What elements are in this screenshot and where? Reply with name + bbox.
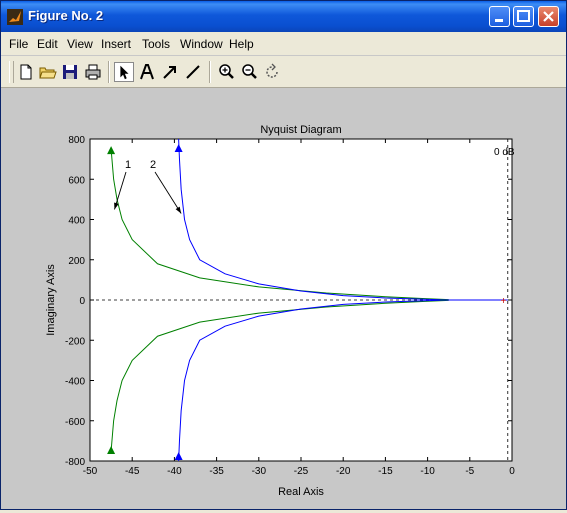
menu-tools[interactable]: Tools	[142, 37, 170, 51]
x-tick-label: -40	[167, 466, 182, 477]
title-bar[interactable]: Figure No. 2	[1, 1, 566, 32]
x-tick-label: 0	[509, 466, 515, 477]
rotate-icon[interactable]	[262, 62, 282, 82]
x-tick-label: -20	[336, 466, 351, 477]
y-tick-label: -200	[65, 336, 85, 347]
y-tick-label: -800	[65, 457, 85, 468]
annotation-label-2: 2	[150, 159, 156, 171]
critical-point-marker: +	[501, 296, 507, 307]
insert-line-icon[interactable]	[183, 62, 203, 82]
open-folder-icon[interactable]	[38, 62, 58, 82]
y-tick-label: 600	[68, 175, 85, 186]
close-icon	[543, 11, 554, 22]
zoom-in-icon[interactable]	[216, 62, 236, 82]
y-tick-label: 200	[68, 256, 85, 267]
zero-db-label: 0 dB	[494, 147, 515, 158]
x-tick-label: -15	[378, 466, 393, 477]
new-file-icon[interactable]	[16, 62, 36, 82]
menu-edit[interactable]: Edit	[37, 37, 58, 51]
maximize-icon	[517, 10, 530, 22]
insert-arrow-icon[interactable]	[160, 62, 180, 82]
menu-view[interactable]: View	[67, 37, 93, 51]
zoom-out-icon[interactable]	[239, 62, 259, 82]
nyquist-chart[interactable]: Nyquist Diagram Real Axis Imaginary Axis…	[1, 88, 566, 509]
save-icon[interactable]	[60, 62, 80, 82]
x-tick-label: -5	[465, 466, 474, 477]
x-tick-label: -45	[125, 466, 140, 477]
print-icon[interactable]	[83, 62, 103, 82]
x-tick-label: -50	[83, 466, 98, 477]
figure-canvas: Nyquist Diagram Real Axis Imaginary Axis…	[1, 88, 566, 509]
minimize-button[interactable]	[489, 6, 510, 27]
toolbar	[1, 56, 566, 88]
x-tick-label: -10	[420, 466, 435, 477]
x-tick-label: -35	[209, 466, 224, 477]
menu-file[interactable]: File	[9, 37, 28, 51]
menu-insert[interactable]: Insert	[101, 37, 131, 51]
y-tick-label: 400	[68, 216, 85, 227]
minimize-icon	[495, 19, 503, 22]
toolbar-separator	[209, 61, 211, 83]
x-axis-label: Real Axis	[278, 486, 324, 498]
insert-text-icon[interactable]	[137, 62, 157, 82]
y-tick-label: -400	[65, 377, 85, 388]
close-button[interactable]	[538, 6, 559, 27]
y-axis-label: Imaginary Axis	[45, 264, 57, 336]
y-tick-label: 0	[79, 296, 85, 307]
menu-bar: File Edit View Insert Tools Window Help	[1, 32, 566, 55]
y-tick-label: -600	[65, 417, 85, 428]
matlab-logo-icon	[7, 9, 23, 25]
toolbar-separator	[108, 61, 110, 83]
select-arrow-icon[interactable]	[114, 62, 134, 82]
menu-window[interactable]: Window	[180, 37, 223, 51]
menu-help[interactable]: Help	[229, 37, 254, 51]
toolbar-grip[interactable]	[9, 61, 14, 83]
annotation-label-1: 1	[125, 159, 131, 171]
maximize-button[interactable]	[513, 6, 534, 27]
x-tick-label: -25	[294, 466, 309, 477]
chart-title: Nyquist Diagram	[260, 124, 341, 136]
y-tick-label: 800	[68, 135, 85, 146]
figure-window: Figure No. 2 File Edit View Insert Tools…	[0, 0, 567, 510]
x-tick-label: -30	[252, 466, 267, 477]
window-title: Figure No. 2	[28, 8, 104, 23]
